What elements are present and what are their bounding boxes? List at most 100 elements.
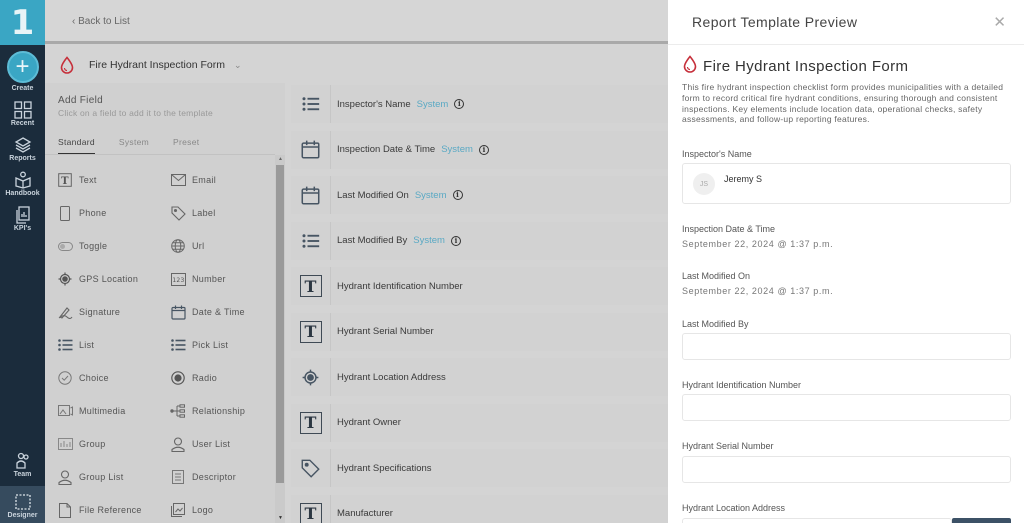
field-option-logo[interactable]: Logo — [170, 500, 277, 520]
field-option-text[interactable]: T Text — [57, 170, 170, 190]
last-modified-by-input[interactable] — [682, 333, 1011, 360]
scrollbar-thumb[interactable] — [276, 165, 284, 483]
preview-form-title: Fire Hydrant Inspection Form — [682, 55, 908, 78]
app-logo[interactable]: 1 — [0, 0, 45, 45]
kpi-icon — [13, 205, 33, 225]
globe-icon — [170, 238, 186, 254]
field-option-multimedia[interactable]: Multimedia — [57, 401, 170, 421]
template-row[interactable]: T Manufacturer — [291, 494, 668, 523]
nav-designer[interactable]: Designer — [0, 486, 45, 523]
info-icon[interactable]: i — [450, 235, 461, 246]
field-option-label: List — [79, 340, 95, 350]
field-option-relationship[interactable]: Relationship — [170, 401, 277, 421]
field-option-user-list[interactable]: User List — [170, 434, 277, 454]
template-row[interactable]: T Hydrant Identification Number — [291, 267, 668, 305]
field-option-descriptor[interactable]: Descriptor — [170, 467, 277, 487]
nav-label: Reports — [9, 155, 36, 162]
scroll-up-icon[interactable]: ▲ — [278, 156, 283, 162]
field-option-group[interactable]: Group — [57, 434, 170, 454]
field-option-radio[interactable]: Radio — [170, 368, 277, 388]
field-option-list[interactable]: List — [57, 335, 170, 355]
left-nav: 1 + Create Recent Reports Handbook KPI's… — [0, 0, 45, 523]
field-option-label: Radio — [192, 373, 218, 383]
logo-icon — [170, 502, 186, 518]
field-tabs: Standard System Preset — [58, 137, 223, 154]
field-option-toggle[interactable]: Toggle — [57, 236, 170, 256]
field-option-number[interactable]: 123 Number — [170, 269, 277, 289]
field-option-url[interactable]: Url — [170, 236, 277, 256]
field-option-date-time[interactable]: Date & Time — [170, 302, 277, 322]
template-row-label: Last Modified On — [337, 189, 409, 201]
template-row[interactable]: Inspector's Name System i — [291, 85, 668, 123]
field-option-label[interactable]: Label — [170, 203, 277, 223]
nav-team[interactable]: Team — [0, 451, 45, 486]
relationship-icon — [170, 403, 186, 419]
top-bar: ‹ Back to List — [45, 0, 668, 44]
template-row[interactable]: T Hydrant Owner — [291, 403, 668, 442]
field-option-group-list[interactable]: Group List — [57, 467, 170, 487]
field-option-label: Pick List — [192, 340, 229, 350]
list-icon — [170, 337, 186, 353]
field-option-label: Date & Time — [192, 307, 245, 317]
nav-create[interactable]: + Create — [0, 51, 45, 92]
last-modified-on-label: Last Modified On — [682, 271, 751, 281]
close-icon[interactable]: ✕ — [993, 13, 1006, 31]
inspector-name-field[interactable]: JS Jeremy S — [682, 163, 1011, 204]
field-option-label: Descriptor — [192, 472, 237, 482]
nav-reports[interactable]: Reports — [0, 135, 45, 162]
tab-preset[interactable]: Preset — [173, 137, 199, 154]
template-row[interactable]: Hydrant Location Address — [291, 358, 668, 396]
tab-standard[interactable]: Standard — [58, 137, 95, 154]
nav-label: Handbook — [5, 190, 40, 197]
info-icon[interactable]: i — [452, 190, 463, 200]
field-option-signature[interactable]: Signature — [57, 302, 170, 322]
inspector-name-value: Jeremy S — [724, 174, 763, 184]
nav-recent[interactable]: Recent — [0, 100, 45, 127]
template-row-label: Manufacturer — [337, 508, 393, 519]
preview-header: Report Template Preview ✕ — [668, 0, 1024, 45]
hydrant-location-input[interactable] — [682, 518, 952, 523]
hydrant-id-label: Hydrant Identification Number — [682, 380, 802, 390]
field-option-choice[interactable]: Choice — [57, 368, 170, 388]
gps-icon — [57, 271, 73, 287]
template-row[interactable]: Last Modified By System i — [291, 221, 668, 260]
preview-description: This fire hydrant inspection checklist f… — [682, 82, 1004, 125]
scroll-down-icon[interactable]: ▼ — [278, 515, 283, 521]
descriptor-icon — [170, 469, 186, 485]
toggle-icon — [57, 238, 73, 254]
field-option-pick-list[interactable]: Pick List — [170, 335, 277, 355]
add-field-heading: Add Field — [58, 95, 103, 106]
field-option-label: Url — [192, 241, 205, 251]
template-row[interactable]: Last Modified On System i — [291, 176, 668, 214]
template-row[interactable]: T Hydrant Serial Number — [291, 312, 668, 351]
text-icon: T — [291, 494, 331, 523]
template-row[interactable]: Hydrant Specifications — [291, 449, 668, 487]
form-selector[interactable]: Fire Hydrant Inspection Form ⌄ — [45, 47, 668, 83]
field-option-label: GPS Location — [79, 274, 139, 284]
tab-system[interactable]: System — [119, 137, 149, 154]
field-option-gps-location[interactable]: GPS Location — [57, 269, 170, 289]
field-option-email[interactable]: Email — [170, 170, 277, 190]
form-title: Fire Hydrant Inspection Form — [89, 59, 225, 71]
nav-kpis[interactable]: KPI's — [0, 205, 45, 232]
template-row-label: Inspector's Name — [337, 98, 411, 110]
field-option-file-reference[interactable]: File Reference — [57, 500, 170, 520]
plus-icon: + — [6, 51, 39, 83]
nav-label: Designer — [7, 512, 38, 519]
info-icon[interactable]: i — [454, 99, 465, 109]
field-list-scrollbar[interactable]: ▲ ▼ — [275, 155, 285, 523]
hydrant-serial-input[interactable] — [682, 456, 1011, 483]
field-option-phone[interactable]: Phone — [57, 203, 170, 223]
field-option-label: Multimedia — [79, 406, 126, 416]
avatar: JS — [693, 173, 715, 195]
info-icon[interactable]: i — [478, 144, 489, 155]
location-map-button[interactable] — [952, 518, 1011, 523]
add-field-subtitle: Click on a field to add it to the templa… — [58, 108, 213, 118]
nav-label: Create — [11, 85, 34, 92]
template-row[interactable]: Inspection Date & Time System i — [291, 130, 668, 169]
back-to-list-link[interactable]: ‹ Back to List — [72, 16, 130, 27]
hydrant-id-input[interactable] — [682, 394, 1011, 421]
nav-handbook[interactable]: Handbook — [0, 170, 45, 197]
report-preview-panel: Report Template Preview ✕ Fire Hydrant I… — [668, 0, 1024, 523]
tag-icon — [170, 205, 186, 221]
